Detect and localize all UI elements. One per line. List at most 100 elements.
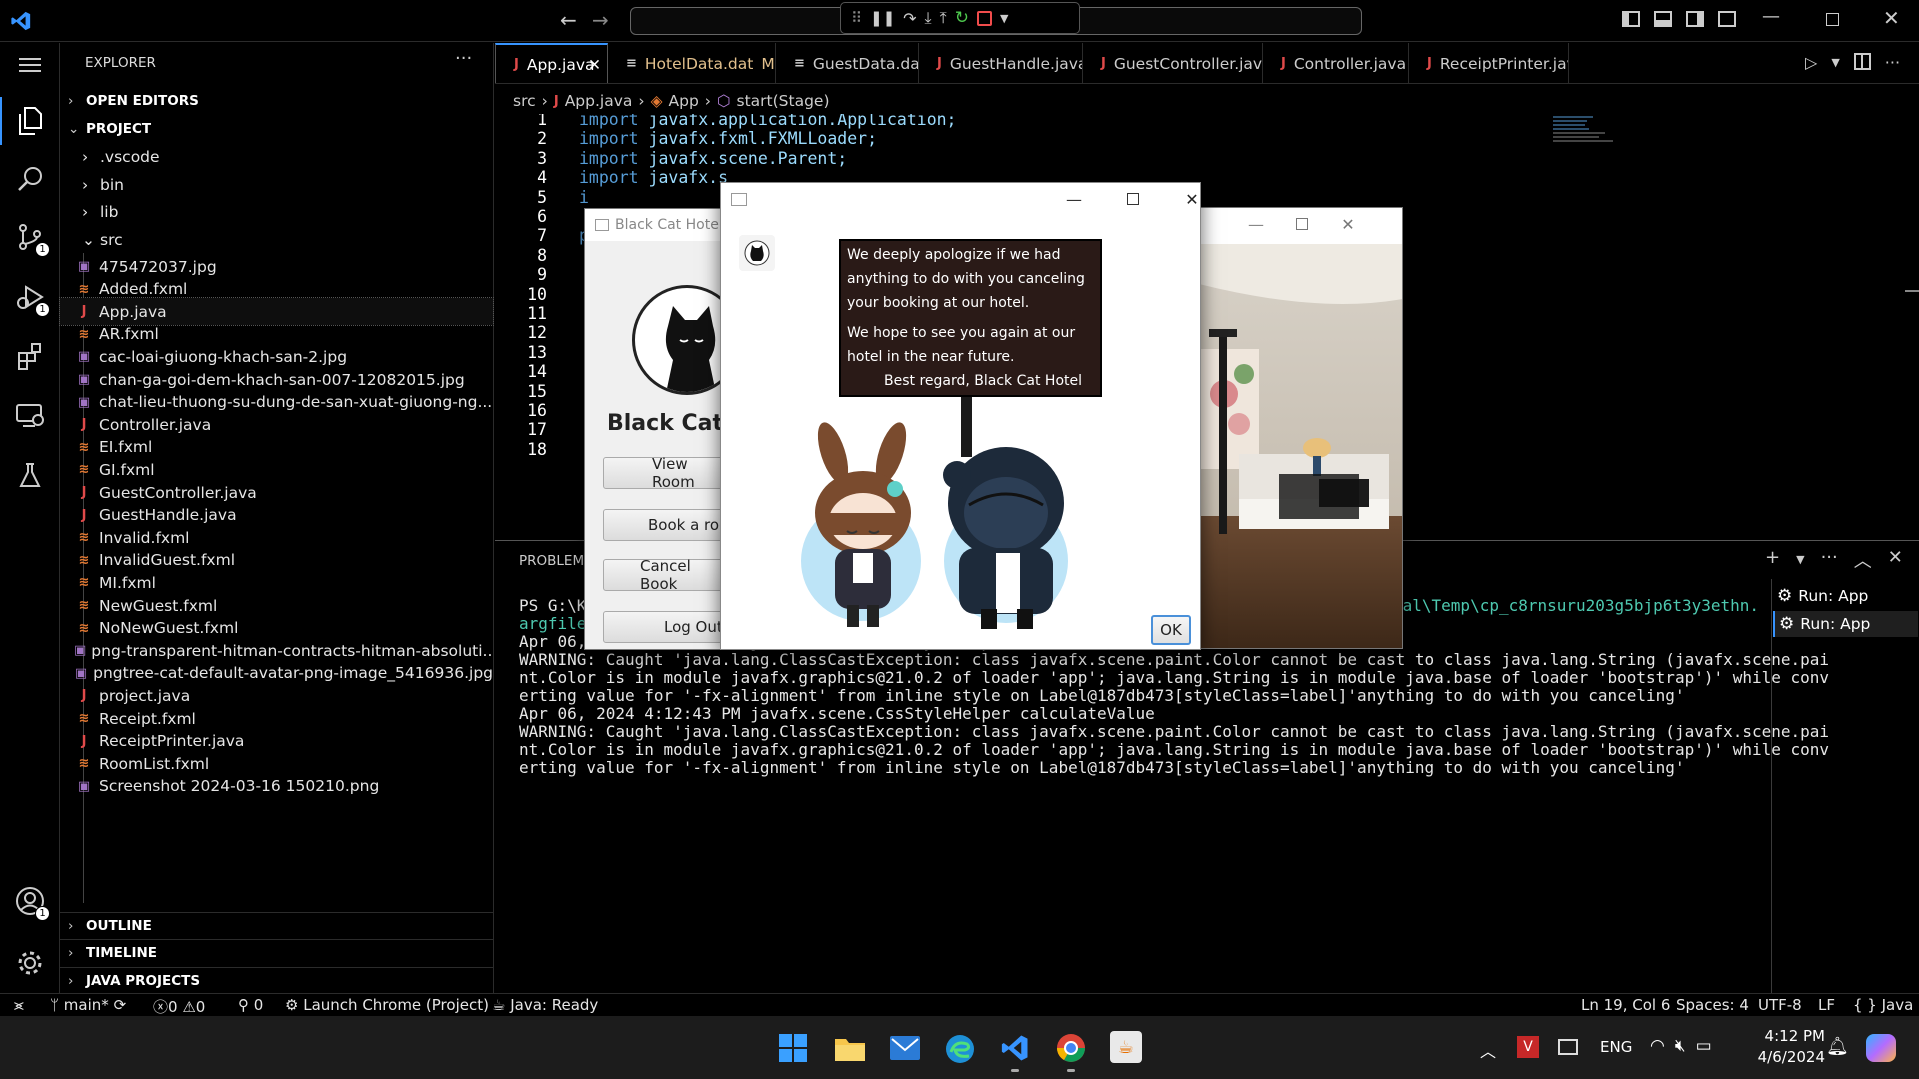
stop-icon[interactable] bbox=[976, 10, 992, 26]
cancel-booking-button[interactable]: Cancel Book bbox=[603, 557, 733, 593]
folder-lib[interactable]: › lib bbox=[60, 198, 493, 225]
step-out-icon[interactable]: ⤒ bbox=[940, 8, 947, 28]
terminal-session-run-app-1[interactable]: ⚙ Run: App bbox=[1777, 583, 1912, 609]
edge-browser-icon[interactable] bbox=[945, 1034, 975, 1064]
toggle-primary-sidebar-icon[interactable] bbox=[1622, 11, 1640, 27]
copilot-icon[interactable] bbox=[1866, 1034, 1896, 1062]
close-panel-icon[interactable]: ✕ bbox=[1888, 547, 1903, 573]
restart-icon[interactable]: ↻ bbox=[955, 8, 969, 28]
clock[interactable]: 4:12 PM 4/6/2024 bbox=[1755, 1026, 1825, 1068]
launch-status[interactable]: ⚙ Launch Chrome (Project) bbox=[285, 996, 489, 1014]
breadcrumb-item[interactable]: start(Stage) bbox=[737, 92, 830, 110]
maximize-panel-icon[interactable]: ︿ bbox=[1854, 547, 1872, 573]
breadcrumb-item[interactable]: src bbox=[513, 92, 536, 110]
section-java-projects[interactable]: › JAVA PROJECTS bbox=[60, 967, 494, 994]
vscode-logo-icon[interactable] bbox=[10, 10, 32, 32]
eol[interactable]: LF bbox=[1818, 996, 1835, 1014]
more-actions-icon[interactable]: ··· bbox=[1885, 53, 1900, 72]
cursor-position[interactable]: Ln 19, Col 6 bbox=[1581, 996, 1670, 1014]
forward-button[interactable]: → bbox=[592, 8, 609, 32]
drag-handle-icon[interactable]: ⠿ bbox=[851, 9, 862, 27]
file-item[interactable]: ▣ Screenshot 2024-03-16 150210.png bbox=[60, 773, 493, 800]
pause-icon[interactable]: ❚❚ bbox=[870, 9, 895, 27]
ok-button[interactable]: OK bbox=[1151, 615, 1191, 645]
explorer-icon[interactable] bbox=[12, 103, 48, 139]
java-app-icon[interactable]: ☕ bbox=[1110, 1031, 1142, 1063]
encoding[interactable]: UTF-8 bbox=[1758, 996, 1802, 1014]
source-control-icon[interactable]: 1 bbox=[12, 219, 50, 257]
tab-controller-java[interactable]: J Controller.java bbox=[1263, 43, 1409, 83]
file-explorer-icon[interactable] bbox=[834, 1034, 866, 1062]
branch-status[interactable]: ᛘ main* ⟳ bbox=[50, 996, 126, 1014]
display-tray-icon[interactable] bbox=[1558, 1039, 1578, 1055]
step-into-icon[interactable]: ⤓ bbox=[925, 8, 932, 28]
minimap[interactable] bbox=[1553, 114, 1643, 174]
remote-indicator-icon[interactable]: ⪤ bbox=[14, 996, 24, 1014]
hotel-window-titlebar[interactable]: Black Cat Hotel bbox=[585, 209, 724, 241]
chevron-down-icon[interactable]: ▼ bbox=[1000, 12, 1008, 25]
folder-src[interactable]: ⌄ src bbox=[60, 226, 493, 253]
manage-gear-icon[interactable] bbox=[12, 945, 48, 981]
tab-app-java[interactable]: J App.java ✕ bbox=[495, 43, 608, 83]
minimize-window-icon[interactable]: — bbox=[1762, 6, 1780, 27]
ports-status[interactable]: ⚲ 0 bbox=[238, 996, 263, 1014]
log-out-button[interactable]: Log Out bbox=[603, 611, 733, 643]
section-timeline[interactable]: › TIMELINE bbox=[60, 939, 494, 966]
maximize-icon[interactable] bbox=[1110, 183, 1156, 215]
vscode-taskbar-icon[interactable] bbox=[1000, 1033, 1030, 1072]
minimize-icon[interactable]: — bbox=[1051, 183, 1097, 215]
chrome-icon[interactable] bbox=[1056, 1033, 1086, 1072]
tab-guesthandle-java[interactable]: J GuestHandle.java bbox=[919, 43, 1083, 83]
breadcrumb-item[interactable]: App.java bbox=[565, 92, 633, 110]
folder-vscode[interactable]: › .vscode bbox=[60, 143, 493, 170]
extensions-icon[interactable] bbox=[12, 338, 48, 374]
testing-icon[interactable] bbox=[12, 457, 48, 493]
chevron-down-icon[interactable]: ▼ bbox=[1796, 553, 1804, 573]
language-mode[interactable]: { } Java bbox=[1853, 996, 1913, 1014]
windows-start-icon[interactable] bbox=[779, 1034, 807, 1062]
search-icon[interactable] bbox=[12, 161, 48, 197]
restore-window-icon[interactable] bbox=[1826, 13, 1839, 26]
menu-icon[interactable] bbox=[12, 47, 48, 83]
customize-layout-icon[interactable] bbox=[1718, 11, 1736, 27]
notifications-bell-icon[interactable]: 🔔︎ bbox=[1826, 1036, 1849, 1057]
tab-receiptprinter-java[interactable]: J ReceiptPrinter.java bbox=[1409, 43, 1569, 83]
remote-explorer-icon[interactable] bbox=[12, 397, 48, 433]
accounts-icon[interactable]: 1 bbox=[12, 883, 50, 921]
section-outline[interactable]: › OUTLINE bbox=[60, 912, 494, 939]
tab-problems[interactable]: PROBLEMS bbox=[519, 553, 593, 569]
step-over-icon[interactable]: ↷ bbox=[903, 9, 916, 28]
tab-guestdata-dat[interactable]: ≡ GuestData.dat bbox=[776, 43, 919, 83]
vivaldi-tray-icon[interactable]: V bbox=[1517, 1036, 1539, 1058]
folder-bin[interactable]: › bin bbox=[60, 171, 493, 198]
toggle-panel-icon[interactable] bbox=[1654, 11, 1672, 27]
section-project[interactable]: ⌄ PROJECT bbox=[60, 115, 494, 142]
show-hidden-icons-chevron-icon[interactable]: ︿ bbox=[1480, 1038, 1496, 1062]
toggle-secondary-sidebar-icon[interactable] bbox=[1686, 11, 1704, 27]
system-tray-status[interactable]: ◠ 🔇︎ ▭ bbox=[1650, 1036, 1712, 1056]
run-icon[interactable]: ▷ bbox=[1805, 53, 1817, 72]
maximize-icon[interactable] bbox=[1279, 208, 1325, 240]
view-rooms-button[interactable]: View Room bbox=[603, 455, 733, 491]
chevron-down-icon[interactable]: ▼ bbox=[1831, 56, 1839, 72]
section-open-editors[interactable]: › OPEN EDITORS bbox=[60, 87, 494, 114]
indentation[interactable]: Spaces: 4 bbox=[1676, 996, 1749, 1014]
problems-status[interactable]: ⓧ0 ⚠0 bbox=[153, 996, 205, 1017]
breadcrumb-item[interactable]: App bbox=[669, 92, 699, 110]
run-debug-icon[interactable]: 1 bbox=[12, 279, 50, 317]
tab-guestcontroller-java[interactable]: J GuestController.java bbox=[1083, 43, 1263, 83]
minimize-icon[interactable]: — bbox=[1233, 208, 1279, 240]
split-editor-icon[interactable] bbox=[1853, 53, 1871, 70]
input-language[interactable]: ENG bbox=[1600, 1038, 1632, 1056]
close-window-icon[interactable]: ✕ bbox=[1883, 6, 1900, 30]
new-terminal-icon[interactable]: + bbox=[1765, 547, 1780, 573]
back-button[interactable]: ← bbox=[560, 8, 577, 32]
more-actions-icon[interactable]: ··· bbox=[1821, 547, 1838, 573]
explorer-more-icon[interactable]: ··· bbox=[455, 48, 472, 69]
close-icon[interactable]: ✕ bbox=[1325, 208, 1371, 240]
close-tab-icon[interactable]: ✕ bbox=[588, 56, 601, 74]
terminal-session-run-app-2[interactable]: ⚙ Run: App bbox=[1773, 611, 1918, 637]
tab-hoteldata-dat[interactable]: ≡ HotelData.dat M bbox=[608, 43, 776, 83]
book-room-button[interactable]: Book a roo bbox=[603, 509, 733, 541]
java-status[interactable]: ☕ Java: Ready bbox=[492, 996, 598, 1014]
